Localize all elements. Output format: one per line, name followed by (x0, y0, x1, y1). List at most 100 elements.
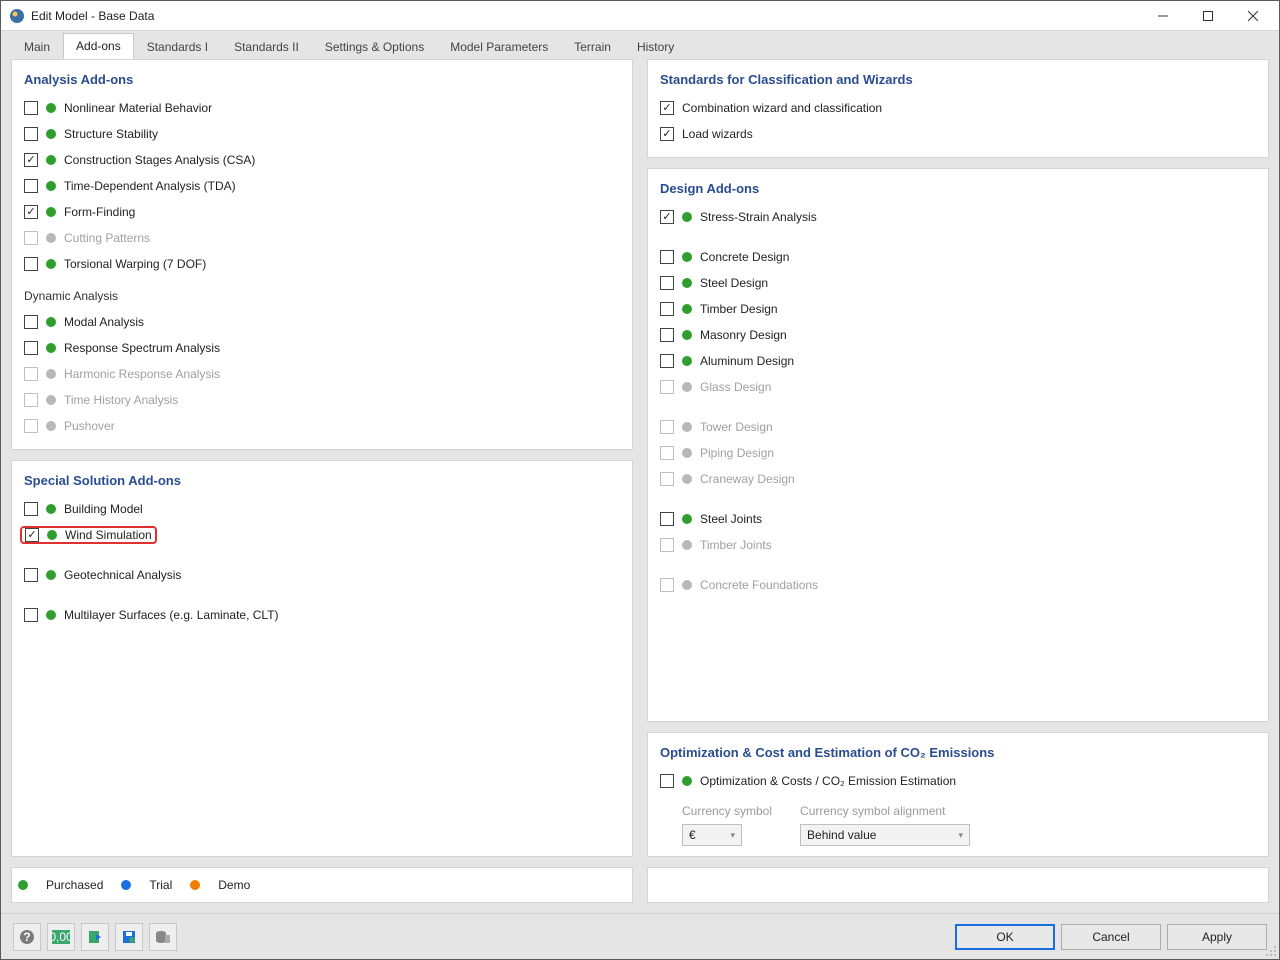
design-stress-strain-analysis-checkbox[interactable] (660, 210, 674, 224)
addon-nonlinear-material-behavior[interactable]: Nonlinear Material Behavior (24, 95, 620, 121)
panel-empty (647, 867, 1269, 903)
maximize-button[interactable] (1185, 1, 1230, 30)
opt-optimization-costs-co-emission-estimation-checkbox[interactable] (660, 774, 674, 788)
resize-grip-icon[interactable] (1265, 945, 1277, 957)
design-timber-design[interactable]: Timber Design (660, 296, 1256, 322)
addon-multilayer-surfaces-e-g-laminate-clt-label: Multilayer Surfaces (e.g. Laminate, CLT) (64, 608, 279, 622)
currency-alignment-select[interactable]: Behind value▾ (800, 824, 970, 846)
status-dot (46, 155, 56, 165)
addon-building-model-checkbox[interactable] (24, 502, 38, 516)
design-piping-design-checkbox (660, 446, 674, 460)
status-dot (682, 304, 692, 314)
units-button[interactable]: 0,00 (47, 923, 75, 951)
design-concrete-design[interactable]: Concrete Design (660, 244, 1256, 270)
addon-construction-stages-analysis-csa-checkbox[interactable] (24, 153, 38, 167)
tab-history[interactable]: History (624, 34, 687, 59)
ok-button[interactable]: OK (955, 924, 1055, 950)
design-steel-joints[interactable]: Steel Joints (660, 506, 1256, 532)
design-aluminum-design-checkbox[interactable] (660, 354, 674, 368)
addon-multilayer-surfaces-e-g-laminate-clt[interactable]: Multilayer Surfaces (e.g. Laminate, CLT) (24, 602, 620, 628)
addon-geotechnical-analysis[interactable]: Geotechnical Analysis (24, 562, 620, 588)
design-concrete-design-checkbox[interactable] (660, 250, 674, 264)
addon-building-model[interactable]: Building Model (24, 496, 620, 522)
design-steel-design-checkbox[interactable] (660, 276, 674, 290)
design-aluminum-design[interactable]: Aluminum Design (660, 348, 1256, 374)
legend-label-purchased: Purchased (46, 878, 103, 892)
standard-combination-wizard-and-classification-checkbox[interactable] (660, 101, 674, 115)
addon-structure-stability-checkbox[interactable] (24, 127, 38, 141)
status-dot (682, 776, 692, 786)
addon-geotechnical-analysis-checkbox[interactable] (24, 568, 38, 582)
design-stress-strain-analysis[interactable]: Stress-Strain Analysis (660, 204, 1256, 230)
addon-time-dependent-analysis-tda-checkbox[interactable] (24, 179, 38, 193)
tab-main[interactable]: Main (11, 34, 63, 59)
panel-standards: Standards for Classification and Wizards… (647, 59, 1269, 158)
export-button[interactable] (81, 923, 109, 951)
addon-multilayer-surfaces-e-g-laminate-clt-checkbox[interactable] (24, 608, 38, 622)
design-steel-design-label: Steel Design (700, 276, 768, 290)
standard-load-wizards[interactable]: Load wizards (660, 121, 1256, 147)
status-dot (46, 343, 56, 353)
cancel-button[interactable]: Cancel (1061, 924, 1161, 950)
design-masonry-design-checkbox[interactable] (660, 328, 674, 342)
tab-add-ons[interactable]: Add-ons (63, 33, 134, 59)
tab-settings-options[interactable]: Settings & Options (312, 34, 437, 59)
addon-response-spectrum-analysis[interactable]: Response Spectrum Analysis (24, 335, 620, 361)
addon-time-dependent-analysis-tda[interactable]: Time-Dependent Analysis (TDA) (24, 173, 620, 199)
standard-load-wizards-checkbox[interactable] (660, 127, 674, 141)
addon-modal-analysis[interactable]: Modal Analysis (24, 309, 620, 335)
save-button[interactable] (115, 923, 143, 951)
currency-symbol-label: Currency symbol (682, 804, 772, 818)
design-timber-joints-checkbox (660, 538, 674, 552)
svg-text:?: ? (23, 930, 30, 944)
addon-wind-simulation[interactable]: Wind Simulation (24, 522, 620, 548)
design-steel-design[interactable]: Steel Design (660, 270, 1256, 296)
addon-cutting-patterns: Cutting Patterns (24, 225, 620, 251)
addon-wind-simulation-checkbox[interactable] (25, 528, 39, 542)
status-dot (46, 369, 56, 379)
addon-construction-stages-analysis-csa[interactable]: Construction Stages Analysis (CSA) (24, 147, 620, 173)
addon-modal-analysis-checkbox[interactable] (24, 315, 38, 329)
help-button[interactable]: ? (13, 923, 41, 951)
addon-structure-stability[interactable]: Structure Stability (24, 121, 620, 147)
close-button[interactable] (1230, 1, 1275, 30)
minimize-button[interactable] (1140, 1, 1185, 30)
design-masonry-design[interactable]: Masonry Design (660, 322, 1256, 348)
status-dot (682, 382, 692, 392)
status-dot (46, 259, 56, 269)
status-dot (46, 395, 56, 405)
addon-nonlinear-material-behavior-checkbox[interactable] (24, 101, 38, 115)
design-aluminum-design-label: Aluminum Design (700, 354, 794, 368)
design-steel-joints-checkbox[interactable] (660, 512, 674, 526)
currency-symbol-select[interactable]: €▾ (682, 824, 742, 846)
legend-label-demo: Demo (218, 878, 250, 892)
status-dot (682, 278, 692, 288)
subheading-dynamic: Dynamic Analysis (24, 289, 620, 303)
addon-form-finding-checkbox[interactable] (24, 205, 38, 219)
addon-torsional-warping-7-dof-checkbox[interactable] (24, 257, 38, 271)
addon-form-finding-label: Form-Finding (64, 205, 135, 219)
tab-model-parameters[interactable]: Model Parameters (437, 34, 561, 59)
addon-form-finding[interactable]: Form-Finding (24, 199, 620, 225)
addon-torsional-warping-7-dof[interactable]: Torsional Warping (7 DOF) (24, 251, 620, 277)
opt-optimization-costs-co-emission-estimation[interactable]: Optimization & Costs / CO₂ Emission Esti… (660, 768, 1256, 794)
database-button[interactable] (149, 923, 177, 951)
design-piping-design-label: Piping Design (700, 446, 774, 460)
status-dot (682, 448, 692, 458)
design-concrete-design-label: Concrete Design (700, 250, 789, 264)
tab-terrain[interactable]: Terrain (561, 34, 624, 59)
panel-analysis: Analysis Add-ons Nonlinear Material Beha… (11, 59, 633, 450)
design-glass-design-label: Glass Design (700, 380, 771, 394)
tab-standards-ii[interactable]: Standards II (221, 34, 312, 59)
status-dot (46, 103, 56, 113)
tab-standards-i[interactable]: Standards I (134, 34, 221, 59)
apply-button[interactable]: Apply (1167, 924, 1267, 950)
design-craneway-design: Craneway Design (660, 466, 1256, 492)
design-timber-joints-label: Timber Joints (700, 538, 772, 552)
status-dot (46, 504, 56, 514)
addon-time-history-analysis-label: Time History Analysis (64, 393, 178, 407)
addon-response-spectrum-analysis-checkbox[interactable] (24, 341, 38, 355)
design-timber-design-checkbox[interactable] (660, 302, 674, 316)
legend-dot-demo (190, 880, 200, 890)
standard-combination-wizard-and-classification[interactable]: Combination wizard and classification (660, 95, 1256, 121)
